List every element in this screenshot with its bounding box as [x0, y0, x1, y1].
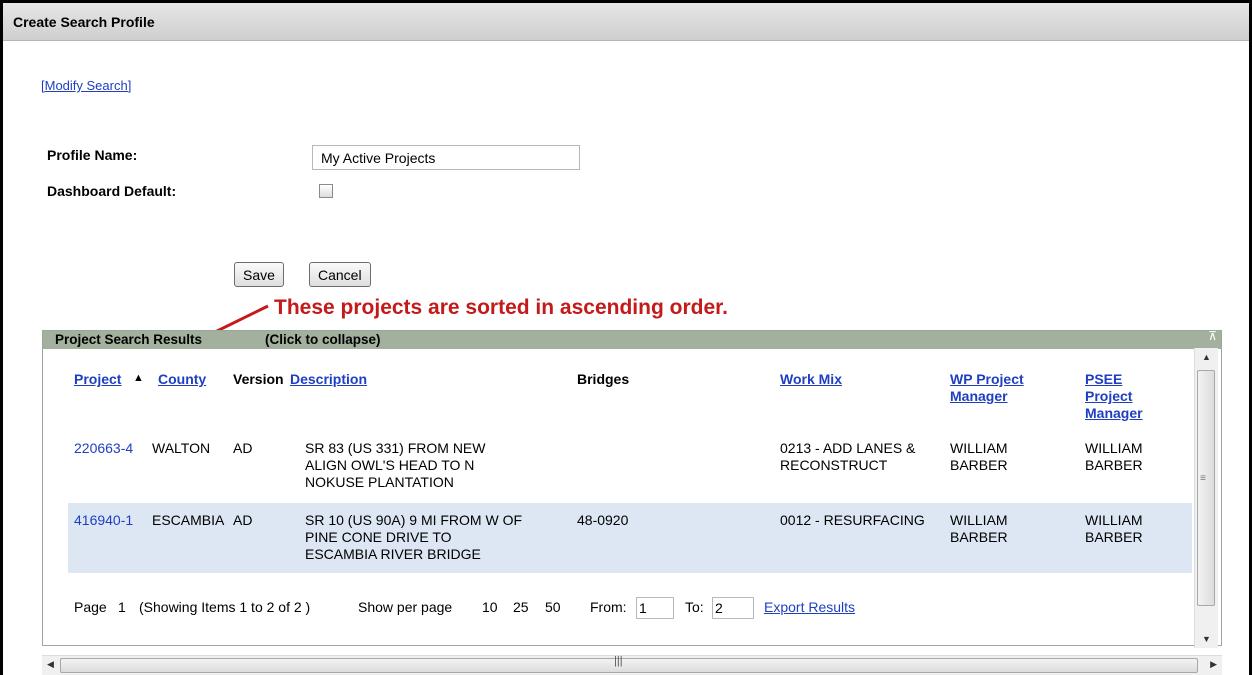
pager-current-page: 1 [118, 599, 126, 615]
profile-name-label: Profile Name: [47, 147, 138, 163]
col-wp-line2: Manager [950, 388, 1008, 404]
row-version: AD [233, 512, 253, 528]
vertical-scroll-thumb[interactable] [1197, 370, 1215, 606]
row-psee-line: WILLIAM [1085, 512, 1143, 528]
title-bar: Create Search Profile [3, 3, 1249, 41]
cancel-button[interactable]: Cancel [309, 262, 371, 287]
scroll-left-icon[interactable]: ◀ [47, 659, 54, 670]
pager-show-per-page: Show per page [358, 599, 453, 615]
col-psee-project-manager[interactable]: PSEE Project Manager [1085, 371, 1143, 422]
row-desc-line: ALIGN OWL'S HEAD TO N [305, 457, 475, 473]
col-version: Version [233, 371, 284, 387]
row-work-line: 0012 - RESURFACING [780, 512, 925, 528]
row-county: ESCAMBIA [152, 512, 225, 528]
row-project-link[interactable]: 220663-4 [74, 440, 133, 457]
sort-ascending-icon: ▲ [133, 372, 144, 384]
row-wp-manager: WILLIAM BARBER [950, 440, 1008, 474]
col-psee-line3: Manager [1085, 405, 1143, 421]
pager-page-label: Page [74, 599, 107, 615]
row-desc-line: PINE CONE DRIVE TO [305, 529, 452, 545]
dashboard-default-checkbox[interactable] [319, 184, 333, 198]
row-desc-line: NOKUSE PLANTATION [305, 474, 454, 490]
row-county: WALTON [152, 440, 211, 456]
scroll-right-icon[interactable]: ▶ [1210, 659, 1217, 670]
save-button[interactable]: Save [234, 262, 284, 287]
per-page-25[interactable]: 25 [513, 599, 529, 615]
results-panel-header[interactable]: Project Search Results (Click to collaps… [43, 329, 1221, 349]
profile-name-input[interactable] [312, 145, 580, 170]
col-psee-line2: Project [1085, 388, 1133, 404]
row-wp-line: WILLIAM [950, 512, 1008, 528]
pager-showing: (Showing Items 1 to 2 of 2 ) [139, 599, 311, 615]
per-page-10[interactable]: 10 [482, 599, 498, 615]
scroll-down-icon[interactable]: ▼ [1202, 634, 1211, 644]
pin-icon[interactable]: ⊼ [1208, 329, 1217, 343]
col-wp-project-manager[interactable]: WP Project Manager [950, 371, 1024, 405]
col-project[interactable]: Project [74, 371, 121, 388]
col-wp-line1: WP Project [950, 371, 1024, 387]
scroll-grip-icon: ≡ [1200, 473, 1206, 484]
horizontal-scrollbar[interactable]: ◀ ||| ▶ [42, 655, 1222, 675]
row-psee-manager: WILLIAM BARBER [1085, 512, 1143, 546]
vertical-scrollbar[interactable]: ▲ ≡ ▼ [1194, 348, 1218, 648]
row-work-line: RECONSTRUCT [780, 457, 888, 473]
row-work-mix: 0213 - ADD LANES & RECONSTRUCT [780, 440, 915, 474]
from-input[interactable] [636, 597, 674, 619]
row-wp-manager: WILLIAM BARBER [950, 512, 1008, 546]
col-description[interactable]: Description [290, 371, 367, 388]
col-work-mix[interactable]: Work Mix [780, 371, 842, 388]
collapse-link[interactable]: (Click to collapse) [265, 332, 381, 347]
row-psee-line: BARBER [1085, 457, 1143, 473]
scroll-up-icon[interactable]: ▲ [1202, 352, 1211, 362]
scroll-grip-icon: ||| [614, 655, 623, 667]
row-desc-line: SR 10 (US 90A) 9 MI FROM W OF [305, 512, 523, 528]
row-wp-line: WILLIAM [950, 440, 1008, 456]
horizontal-scroll-thumb[interactable] [60, 658, 1198, 673]
per-page-50[interactable]: 50 [545, 599, 561, 615]
row-desc-line: ESCAMBIA RIVER BRIDGE [305, 546, 481, 562]
col-bridges: Bridges [577, 371, 630, 387]
window-title: Create Search Profile [13, 14, 155, 30]
to-input[interactable] [712, 597, 754, 619]
row-psee-line: WILLIAM [1085, 440, 1143, 456]
row-bridges: 48-0920 [577, 512, 629, 528]
row-project-link[interactable]: 416940-1 [74, 512, 133, 529]
row-wp-line: BARBER [950, 529, 1008, 545]
row-version: AD [233, 440, 253, 456]
row-description: SR 83 (US 331) FROM NEW ALIGN OWL'S HEAD… [305, 440, 485, 491]
results-panel-title: Project Search Results [55, 332, 203, 347]
from-label: From: [590, 599, 627, 615]
annotation-callout: These projects are sorted in ascending o… [274, 296, 728, 319]
row-desc-line: SR 83 (US 331) FROM NEW [305, 440, 486, 456]
row-work-mix: 0012 - RESURFACING [780, 512, 925, 529]
export-results-link[interactable]: Export Results [764, 599, 855, 615]
row-wp-line: BARBER [950, 457, 1008, 473]
col-psee-line1: PSEE [1085, 371, 1123, 387]
row-work-line: 0213 - ADD LANES & [780, 440, 916, 456]
row-description: SR 10 (US 90A) 9 MI FROM W OF PINE CONE … [305, 512, 522, 563]
row-psee-manager: WILLIAM BARBER [1085, 440, 1143, 474]
modify-search-link[interactable]: [Modify Search] [41, 78, 131, 93]
to-label: To: [685, 599, 704, 615]
col-county[interactable]: County [158, 371, 206, 388]
row-psee-line: BARBER [1085, 529, 1143, 545]
dashboard-default-label: Dashboard Default: [47, 183, 177, 199]
